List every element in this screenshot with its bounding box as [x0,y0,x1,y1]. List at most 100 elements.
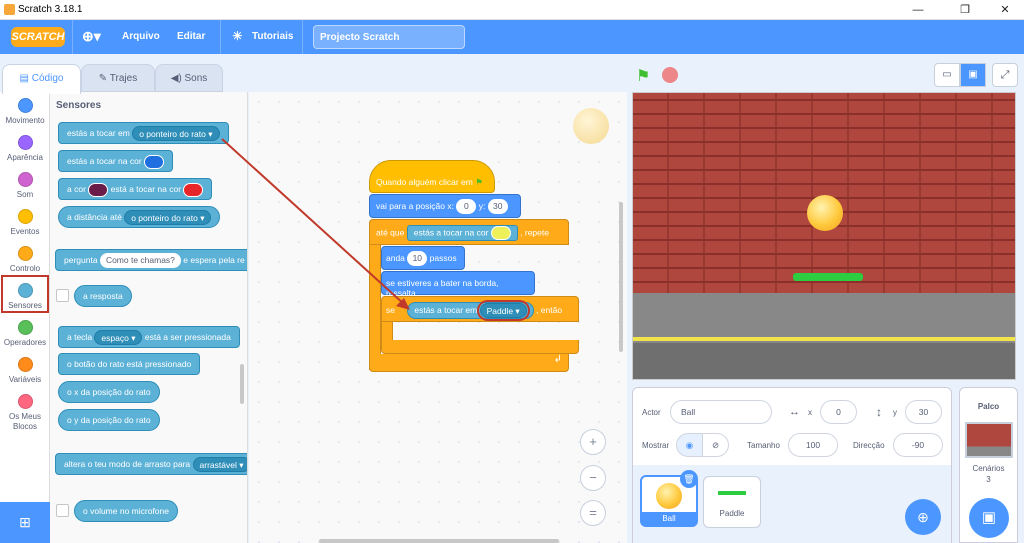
category-motion[interactable]: Movimento [0,98,50,125]
category-events[interactable]: Eventos [0,209,50,236]
block-distance-to[interactable]: a distância até o ponteiro do rato ▾ [58,206,221,228]
block-move-steps[interactable]: anda 10 passos [381,246,465,270]
trash-icon[interactable]: 🗑 [680,470,698,488]
ball-sprite[interactable] [807,195,843,231]
road-line [633,337,1015,341]
block-go-to-xy[interactable]: vai para a posição x: 0 y: 30 [369,194,521,218]
block-set-drag-mode[interactable]: altera o teu modo de arrasto para arrast… [55,453,247,475]
show-eye-icon[interactable]: ◉ [676,433,703,457]
sprite-name-input[interactable]: Ball [670,400,772,424]
small-stage-button[interactable]: ▭ [934,63,960,87]
color-swatch[interactable] [144,154,165,169]
tab-code[interactable]: ▤ Código [2,64,81,94]
category-dot [17,394,33,409]
block-mouse-y[interactable]: o y da posição do rato [58,409,160,431]
category-looks[interactable]: Aparência [0,135,50,162]
divider [302,20,303,54]
add-extension-button[interactable]: ⊞ [0,502,50,543]
menu-file[interactable]: Arquivo [122,31,160,42]
window-title: Scratch 3.18.1 [18,4,83,15]
direction-input[interactable]: -90 [893,433,943,457]
category-my-blocks[interactable]: Os Meus Blocos [0,394,50,432]
block-repeat-until[interactable]: até que estás a tocar na cor , repete [369,219,569,245]
checkbox[interactable] [56,504,69,517]
green-flag-button[interactable]: ⚑ [636,66,650,86]
minimize-button[interactable]: — [903,2,933,18]
zoom-out-button[interactable]: − [580,465,606,491]
stop-button[interactable] [662,67,678,83]
block-mouse-x[interactable]: o x da posição do rato [58,381,160,403]
tab-costumes[interactable]: ✎ Trajes [81,64,155,92]
block-touching-color[interactable]: estás a tocar na cor [58,150,174,172]
block-when-flag-clicked[interactable]: Quando alguém clicar em ⚑ [369,160,495,193]
globe-icon[interactable]: ⊕▾ [82,28,101,45]
code-vscrollbar[interactable] [619,202,623,352]
checkbox[interactable] [56,289,69,302]
scratch-logo[interactable]: SCRATCH [11,27,65,47]
dropdown[interactable]: o ponteiro do rato ▾ [124,210,212,226]
add-backdrop-button[interactable]: ▣ [969,498,1009,538]
project-title-input[interactable]: Projecto Scratch [313,25,465,49]
block-touching[interactable]: estás a tocar em o ponteiro do rato ▾ [58,122,229,144]
block-ask-and-wait[interactable]: pergunta Como te chamas? e espera pela r… [55,249,247,271]
dropdown[interactable]: arrastável ▾ [192,457,247,473]
category-dot [17,98,33,113]
y-input[interactable]: 30 [487,199,508,214]
fullscreen-button[interactable]: ⤢ [992,63,1018,87]
palette-scrollbar[interactable] [240,364,244,404]
block-if[interactable]: se estás a tocar em Paddle ▾ , então [381,296,579,322]
extension-icon: ⊞ [19,514,31,530]
code-icon: ▤ [19,73,32,84]
steps-input[interactable]: 10 [407,251,428,266]
size-input[interactable]: 100 [788,433,838,457]
block-loudness[interactable]: o volume no microfone [74,500,178,522]
text-input[interactable]: Como te chamas? [99,253,181,269]
large-stage-button[interactable]: ▣ [960,63,986,87]
color-swatch[interactable] [88,182,109,197]
zoom-reset-button[interactable]: = [580,500,606,526]
hide-eye-icon[interactable]: ⊘ [702,433,729,457]
repeat-end: ↲ [369,354,569,372]
highlight-box [1,275,49,313]
menu-edit[interactable]: Editar [177,31,205,42]
x-input[interactable]: 0 [820,400,857,424]
color-swatch[interactable] [490,226,511,240]
window-titlebar: Scratch 3.18.1 — ❐ ✕ [0,0,1024,20]
maximize-button[interactable]: ❐ [950,2,980,18]
block-key-pressed[interactable]: a tecla espaço ▾ está a ser pressionada [58,326,240,348]
sprite-list: Ball 🗑 Paddle ⊕ [633,465,951,543]
zoom-in-button[interactable]: + [580,429,606,455]
category-dot [17,209,33,224]
category-menu: Movimento Aparência Som Eventos Controlo… [0,92,50,543]
block-color-touching-color[interactable]: a cor está a tocar na cor [58,178,213,200]
y-input[interactable]: 30 [905,400,942,424]
block-answer[interactable]: a resposta [74,285,132,307]
block-bounce[interactable]: se estiveres a bater na borda, ressalta [381,271,535,298]
speaker-icon: ◀) [170,73,185,84]
if-end [381,340,579,354]
x-input[interactable]: 0 [456,199,477,214]
tab-sounds[interactable]: ◀) Sons [155,64,223,92]
dropdown[interactable]: o ponteiro do rato ▾ [132,126,220,142]
block-touching[interactable]: estás a tocar em Paddle ▾ [407,300,534,321]
repeat-arm [369,245,381,370]
color-swatch[interactable] [183,182,204,197]
category-variables[interactable]: Variáveis [0,357,50,384]
code-hscrollbar[interactable] [319,539,559,543]
dropdown[interactable]: espaço ▾ [94,330,143,346]
if-arm [381,322,393,340]
category-operators[interactable]: Operadores [0,320,50,347]
category-control[interactable]: Controlo [0,246,50,273]
close-button[interactable]: ✕ [990,2,1020,18]
menu-tutorials[interactable]: Tutoriais [252,31,293,42]
stage-canvas[interactable] [632,92,1016,380]
category-sound[interactable]: Som [0,172,50,199]
paddle-sprite[interactable] [793,273,863,281]
size-label: Tamanho [747,441,780,450]
add-sprite-button[interactable]: ⊕ [905,499,941,535]
dropdown-paddle[interactable]: Paddle ▾ [476,300,530,321]
sprite-thumb-paddle[interactable]: Paddle [703,476,761,528]
block-mouse-down[interactable]: o botão do rato está pressionado [58,353,201,375]
code-area[interactable]: Quando alguém clicar em ⚑ vai para a pos… [249,92,627,543]
block-touching-color[interactable]: estás a tocar na cor [406,225,518,241]
